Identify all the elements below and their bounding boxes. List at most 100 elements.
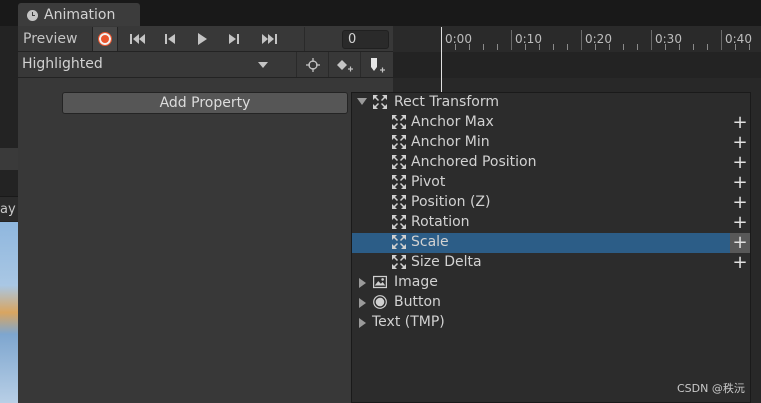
ruler-minor-tick	[665, 44, 666, 50]
ruler-minor-tick	[707, 44, 708, 50]
chevron-down-icon	[258, 62, 268, 68]
rect-transform-icon	[373, 95, 387, 109]
image-icon	[373, 275, 387, 289]
add-property-plus-button[interactable]: +	[730, 173, 750, 193]
foldout-expanded-icon[interactable]	[357, 98, 367, 105]
ruler-minor-tick	[539, 44, 540, 50]
property-item-label: Anchor Max	[411, 114, 494, 130]
property-group-button[interactable]: Button	[352, 293, 750, 313]
ruler-minor-tick	[609, 44, 610, 50]
property-item-rotation[interactable]: Rotation +	[352, 213, 750, 233]
property-item-anchor-max[interactable]: Anchor Max +	[352, 113, 750, 133]
add-keyframe-icon	[336, 59, 353, 71]
record-icon	[98, 32, 112, 46]
ruler-minor-tick	[693, 44, 694, 50]
add-property-plus-button[interactable]: +	[730, 253, 750, 273]
ruler-minor-tick	[679, 44, 680, 50]
clip-toolbar: Highlighted	[18, 52, 393, 78]
property-group-label: Rect Transform	[394, 94, 499, 110]
property-item-anchor-min[interactable]: Anchor Min +	[352, 133, 750, 153]
property-item-scale[interactable]: Scale +	[352, 233, 750, 253]
add-property-button[interactable]: Add Property	[62, 92, 348, 114]
rect-transform-icon	[392, 255, 406, 269]
preview-toggle[interactable]: Preview	[23, 31, 78, 47]
property-group-image[interactable]: Image	[352, 273, 750, 293]
frame-number-field[interactable]: 0	[342, 30, 389, 49]
last-key-icon	[262, 34, 277, 44]
rect-transform-icon	[392, 195, 406, 209]
add-property-dropdown: Rect Transform Anchor Max + Anchor Min +…	[351, 92, 751, 403]
property-item-label: Size Delta	[411, 254, 482, 270]
add-property-plus-button[interactable]: +	[730, 193, 750, 213]
property-group-rect-transform[interactable]: Rect Transform	[352, 93, 750, 113]
clip-dropdown-value: Highlighted	[22, 56, 103, 72]
scene-editor-strip: ay	[0, 0, 18, 403]
property-item-label: Scale	[411, 234, 449, 250]
property-group-label: Button	[394, 294, 441, 310]
property-item-label: Rotation	[411, 214, 470, 230]
foldout-collapsed-icon[interactable]	[359, 318, 366, 328]
filter-by-selection-button[interactable]	[296, 52, 328, 77]
property-group-label: Image	[394, 274, 438, 290]
last-keyframe-button[interactable]	[253, 27, 285, 51]
previous-keyframe-button[interactable]	[157, 27, 183, 51]
ruler-minor-tick	[455, 44, 456, 50]
rect-transform-icon	[392, 155, 406, 169]
timeline-playhead[interactable]	[441, 27, 442, 93]
filter-by-selection-icon	[305, 57, 320, 72]
add-property-plus-button[interactable]: +	[730, 153, 750, 173]
toolbar-divider	[304, 27, 305, 51]
foldout-collapsed-icon[interactable]	[359, 278, 366, 288]
ruler-minor-tick	[749, 44, 750, 50]
add-event-icon	[370, 57, 385, 72]
next-key-icon	[229, 34, 239, 44]
ruler-major-tick	[511, 30, 512, 50]
play-icon	[198, 33, 207, 45]
rect-transform-icon	[392, 215, 406, 229]
property-item-position-z[interactable]: Position (Z) +	[352, 193, 750, 213]
next-keyframe-button[interactable]	[221, 27, 247, 51]
property-group-text-tmp[interactable]: Text (TMP)	[352, 313, 750, 333]
property-item-pivot[interactable]: Pivot +	[352, 173, 750, 193]
property-item-label: Anchored Position	[411, 154, 537, 170]
add-event-button[interactable]	[360, 52, 392, 77]
ruler-minor-tick	[623, 44, 624, 50]
ruler-minor-tick	[553, 44, 554, 50]
game-tab-label[interactable]: ay	[0, 202, 16, 217]
editor-toolbar	[0, 148, 18, 170]
clip-dropdown[interactable]: Highlighted	[18, 52, 274, 77]
clock-icon	[27, 9, 38, 21]
ruler-minor-tick	[483, 44, 484, 50]
prev-key-icon	[165, 34, 175, 44]
ruler-tick-label: 0:40	[725, 32, 752, 46]
game-view-preview	[0, 222, 18, 403]
property-item-label: Position (Z)	[411, 194, 491, 210]
animation-tab[interactable]: Animation	[18, 3, 140, 27]
button-icon	[373, 295, 387, 309]
add-property-plus-button[interactable]: +	[730, 213, 750, 233]
foldout-collapsed-icon[interactable]	[359, 298, 366, 308]
property-item-size-delta[interactable]: Size Delta +	[352, 253, 750, 273]
watermark: CSDN @秩沅	[677, 382, 745, 395]
ruler-minor-tick	[637, 44, 638, 50]
add-property-plus-button[interactable]: +	[730, 133, 750, 153]
ruler-minor-tick	[595, 44, 596, 50]
timeline-event-row[interactable]	[393, 52, 761, 78]
ruler-minor-tick	[735, 44, 736, 50]
rect-transform-icon	[392, 135, 406, 149]
add-property-plus-button[interactable]: +	[730, 113, 750, 133]
first-keyframe-button[interactable]	[125, 27, 151, 51]
playback-toolbar: Preview 0	[18, 27, 393, 52]
animation-tab-title: Animation	[44, 7, 116, 23]
ruler-tick-label: 0:30	[655, 32, 682, 46]
first-key-icon	[130, 34, 145, 44]
ruler-minor-tick	[567, 44, 568, 50]
timeline-ruler[interactable]: 0:00 0:10 0:20 0:30 0:40	[441, 27, 761, 51]
add-keyframe-button[interactable]	[328, 52, 360, 77]
add-property-plus-button[interactable]: +	[730, 233, 750, 253]
record-button[interactable]	[92, 27, 118, 51]
play-button[interactable]	[189, 27, 215, 51]
property-item-label: Pivot	[411, 174, 446, 190]
property-item-anchored-position[interactable]: Anchored Position +	[352, 153, 750, 173]
ruler-tick-label: 0:00	[445, 32, 472, 46]
